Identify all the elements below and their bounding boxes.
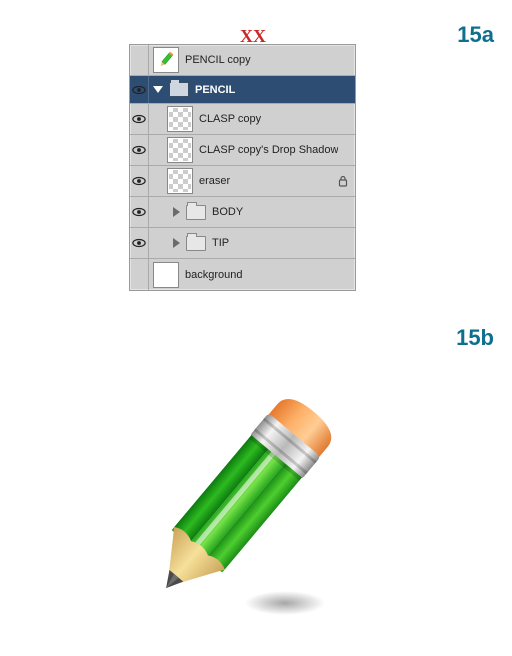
- layer-row-clasp-shadow[interactable]: CLASP copy's Drop Shadow: [130, 135, 355, 166]
- visibility-toggle[interactable]: [130, 228, 149, 258]
- visibility-toggle[interactable]: [130, 166, 149, 196]
- layer-label: TIP: [212, 237, 229, 249]
- lock-icon: [337, 175, 349, 187]
- pencil-artwork: [120, 370, 360, 630]
- layer-label: PENCIL: [195, 84, 235, 96]
- layer-label: eraser: [199, 175, 230, 187]
- visibility-toggle[interactable]: [130, 135, 149, 165]
- layer-label: PENCIL copy: [185, 54, 251, 66]
- layer-label: BODY: [212, 206, 243, 218]
- layer-row-tip-group[interactable]: TIP: [130, 228, 355, 259]
- visibility-toggle[interactable]: [130, 259, 149, 290]
- visibility-toggle[interactable]: [130, 197, 149, 227]
- layer-label: background: [185, 269, 243, 281]
- folder-icon: [186, 205, 206, 220]
- layer-thumbnail: [167, 168, 193, 194]
- layers-panel: PENCIL copy PENCIL CLASP copy CLASP copy…: [129, 44, 356, 291]
- layer-thumbnail: [167, 106, 193, 132]
- figure-label-a: 15a: [457, 22, 494, 48]
- folder-icon: [169, 82, 189, 97]
- folder-icon: [186, 236, 206, 251]
- layer-row-body-group[interactable]: BODY: [130, 197, 355, 228]
- layer-row-eraser[interactable]: eraser: [130, 166, 355, 197]
- layer-thumbnail: [153, 262, 179, 288]
- layer-label: CLASP copy's Drop Shadow: [199, 144, 338, 156]
- layer-label: CLASP copy: [199, 113, 261, 125]
- layer-row-clasp-copy[interactable]: CLASP copy: [130, 104, 355, 135]
- expand-toggle-icon[interactable]: [153, 86, 163, 93]
- layer-thumbnail: [167, 137, 193, 163]
- visibility-toggle[interactable]: [130, 45, 149, 75]
- layer-row-pencil-copy[interactable]: PENCIL copy: [130, 45, 355, 76]
- layer-row-background[interactable]: background: [130, 259, 355, 290]
- expand-toggle-icon[interactable]: [173, 207, 180, 217]
- visibility-toggle[interactable]: [130, 76, 149, 103]
- layer-thumbnail: [153, 47, 179, 73]
- expand-toggle-icon[interactable]: [173, 238, 180, 248]
- visibility-toggle[interactable]: [130, 104, 149, 134]
- layer-row-pencil-group[interactable]: PENCIL: [130, 76, 355, 104]
- figure-label-b: 15b: [456, 325, 494, 351]
